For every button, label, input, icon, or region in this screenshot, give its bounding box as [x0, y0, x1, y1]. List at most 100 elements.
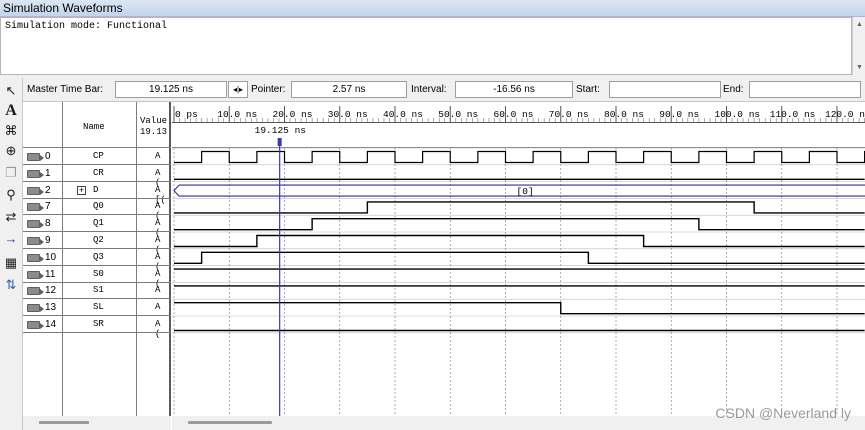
pointer-field: 2.57 ns [291, 81, 407, 98]
time-tick-label: 120.0 ns [825, 109, 865, 120]
goto-icon[interactable]: → [2, 230, 20, 248]
master-time-stepper[interactable]: ◂|▸ [228, 81, 248, 98]
zoom-icon[interactable]: ⊕ [2, 142, 20, 160]
time-tick-label: 20.0 ns [273, 109, 313, 120]
node-type-icon [27, 287, 44, 296]
sort-icon[interactable]: ⇅ [2, 276, 20, 294]
signal-row[interactable]: 8 Q1 A ( [23, 215, 171, 238]
signal-name[interactable]: D [93, 185, 98, 195]
find-icon[interactable]: ⚲ [2, 186, 20, 204]
node-type-icon [27, 321, 44, 329]
start-field [609, 81, 721, 98]
waveform-canvas[interactable]: 0 ps 10.0 ns 20.0 ns 30.0 ns 40.0 ns 50.0 ns 6… [172, 102, 865, 416]
node-type-icon [27, 169, 44, 178]
signal-row[interactable]: 14 SR A ( [23, 316, 171, 339]
signal-name[interactable]: CP [93, 151, 104, 161]
signal-value: A [155, 302, 161, 313]
signal-waveform [174, 201, 865, 214]
node-type-icon [27, 220, 44, 229]
signal-row[interactable]: 11 S0 A ( [23, 266, 171, 289]
signal-value: A [155, 151, 161, 161]
signal-waveform [174, 234, 865, 248]
names-horizontal-scrollbar[interactable] [23, 416, 171, 430]
signal-row[interactable]: 9 Q2 A ( [23, 232, 171, 255]
signal-index: 9 [45, 235, 51, 246]
signal-row[interactable]: 13 SL A [23, 299, 171, 317]
signal-row[interactable]: 1 CR A ( [23, 165, 171, 188]
signal-name[interactable]: Q1 [93, 218, 104, 228]
node-type-icon [27, 203, 44, 212]
time-tick-label: 50.0 ns [438, 109, 478, 120]
node-type-icon [27, 270, 44, 279]
signal-waveform [174, 251, 865, 264]
expand-bus-icon[interactable]: + [77, 185, 86, 195]
signal-name[interactable]: Q2 [93, 235, 104, 245]
text-tool-icon[interactable]: A [2, 102, 20, 120]
node-type-icon [27, 237, 44, 245]
interval-field: -16.56 ns [455, 81, 573, 98]
signal-row[interactable]: 10 Q3 A ( [23, 249, 171, 272]
simulation-mode-panel: Simulation mode: Functional [0, 17, 852, 75]
node-type-icon [27, 153, 44, 161]
signal-name[interactable]: Q0 [93, 201, 104, 211]
signal-name[interactable]: CR [93, 168, 104, 178]
signal-value: A ( [155, 319, 161, 339]
waveform-editing-icon[interactable]: ⌘ [2, 122, 20, 140]
time-tick-label: 70.0 ns [549, 109, 589, 120]
signal-index: 1 [45, 167, 51, 179]
signal-waveform [174, 302, 865, 315]
time-tick-label: 80.0 ns [604, 109, 644, 120]
node-type-icon [27, 253, 44, 262]
master-time-handle [277, 138, 282, 146]
signal-row[interactable]: 12 S1 A [23, 282, 171, 300]
pointer-icon[interactable]: ↖ [2, 82, 20, 100]
signal-index: 13 [45, 302, 57, 314]
time-tick-label: 10.0 ns [217, 109, 257, 120]
time-tick-label: 60.0 ns [494, 109, 534, 120]
interval-label: Interval: [411, 84, 447, 95]
signal-index: 7 [45, 201, 51, 213]
signal-index: 8 [45, 218, 51, 230]
waveform-editor: Name Value 19.13 0 CP A 1 CR A (2 + D A [(7 Q0 A (… [23, 102, 865, 430]
master-time-bar-field[interactable]: 19.125 ns [115, 81, 227, 98]
sim-mode-scrollbar[interactable]: ▲ ▼ [852, 17, 865, 75]
signal-name[interactable]: SR [93, 319, 104, 329]
bus-value-label: [0] [517, 186, 534, 197]
signal-name[interactable]: S1 [93, 285, 104, 295]
signal-index: 14 [45, 319, 57, 330]
name-column-header[interactable]: Name [83, 122, 105, 132]
signal-row[interactable]: 2 + D A [( [23, 182, 171, 205]
signal-row[interactable]: 7 Q0 A ( [23, 198, 171, 221]
copy-icon[interactable]: ❐ [2, 164, 20, 182]
time-info-bar: Master Time Bar: 19.125 ns ◂|▸ Pointer: … [23, 78, 865, 102]
signal-name[interactable]: S0 [93, 269, 104, 279]
signal-name[interactable]: Q3 [93, 252, 104, 262]
scroll-up-icon[interactable]: ▲ [856, 21, 863, 28]
signal-index: 12 [45, 285, 57, 297]
node-type-icon [27, 304, 44, 313]
value-column-header[interactable]: Value 19.13 [140, 116, 167, 138]
group-icon[interactable]: ▦ [2, 254, 20, 272]
scroll-down-icon[interactable]: ▼ [856, 64, 863, 71]
signal-index: 11 [45, 268, 56, 280]
signal-waveform [174, 218, 865, 231]
node-type-icon [27, 186, 44, 195]
simulation-mode-text: Simulation mode: Functional [5, 21, 168, 32]
time-tick-label: 30.0 ns [328, 109, 368, 120]
time-tick-label: 40.0 ns [383, 109, 423, 120]
master-time-label: 19.125 ns [255, 125, 306, 136]
watermark-text: CSDN @Neverland ly [715, 405, 851, 421]
time-tick-label: 0 ps [175, 109, 198, 120]
master-time-bar-label: Master Time Bar: [27, 84, 104, 95]
start-label: Start: [576, 84, 600, 95]
signal-name[interactable]: SL [93, 302, 104, 312]
time-tick-label: 110.0 ns [770, 109, 816, 120]
time-tick-label: 90.0 ns [659, 109, 699, 120]
pointer-label: Pointer: [251, 84, 286, 95]
signal-index: 2 [45, 184, 51, 196]
replace-icon[interactable]: ⇄ [2, 208, 20, 226]
signal-index: 0 [45, 151, 51, 162]
signal-index: 10 [45, 251, 57, 263]
signal-row[interactable]: 0 CP A [23, 148, 171, 165]
waveform-toolbar: ↖ A ⌘ ⊕ ❐ ⚲ ⇄ → ▦ ⇅ [0, 78, 23, 430]
